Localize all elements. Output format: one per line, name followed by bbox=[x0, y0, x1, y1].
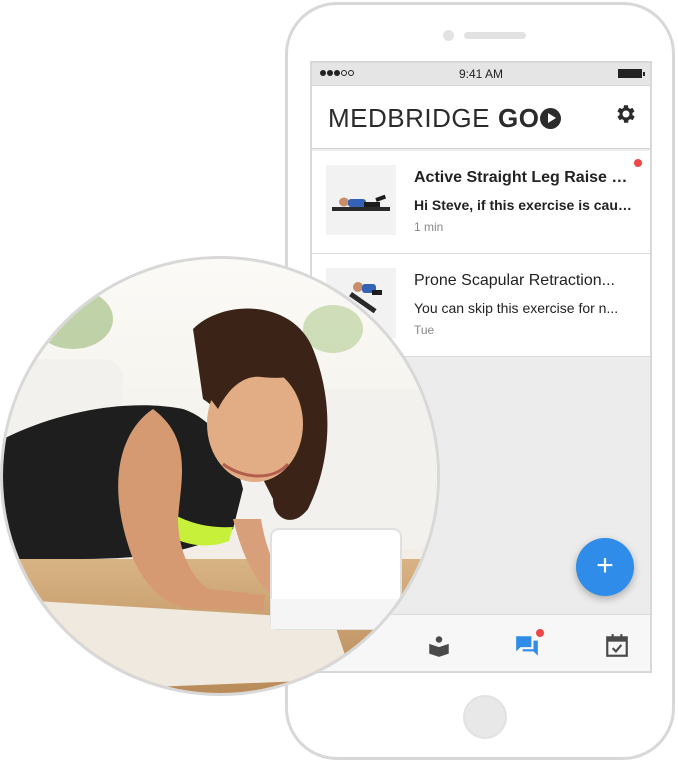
woman-using-tablet-photo bbox=[0, 256, 440, 696]
message-title: Prone Scapular Retraction... bbox=[414, 272, 615, 289]
exercise-thumbnail bbox=[326, 165, 396, 235]
messages-icon bbox=[516, 636, 538, 656]
play-icon bbox=[540, 108, 562, 129]
message-preview: Hi Steve, if this exercise is caus... bbox=[414, 197, 636, 213]
unread-dot bbox=[634, 159, 642, 167]
status-time: 9:41 AM bbox=[458, 67, 504, 81]
logo-text: MEDBRIDGE bbox=[328, 103, 490, 133]
education-book-icon[interactable] bbox=[426, 633, 452, 659]
message-title: Active Straight Leg Raise w... bbox=[414, 169, 636, 186]
gear-icon[interactable] bbox=[614, 102, 638, 126]
message-time: Tue bbox=[414, 323, 435, 337]
message-preview: You can skip this exercise for n... bbox=[414, 300, 619, 316]
message-row[interactable]: Active Straight Leg Raise w... Hi Steve,… bbox=[312, 151, 650, 254]
logo-suffix: GO bbox=[497, 103, 540, 133]
home-button bbox=[463, 695, 507, 739]
phone-speaker bbox=[464, 32, 526, 39]
status-bar: 9:41 AM bbox=[312, 63, 650, 86]
tab-messages[interactable] bbox=[514, 629, 544, 659]
compose-fab-button[interactable]: + bbox=[576, 538, 634, 596]
message-time: 1 min bbox=[414, 220, 444, 234]
calendar-check-icon[interactable] bbox=[604, 633, 630, 659]
notification-badge bbox=[536, 629, 544, 637]
app-header: MEDBRIDGE GO bbox=[312, 86, 650, 149]
medbridge-go-logo: MEDBRIDGE GO bbox=[328, 103, 562, 134]
front-camera bbox=[443, 30, 454, 41]
battery-icon bbox=[618, 69, 645, 78]
